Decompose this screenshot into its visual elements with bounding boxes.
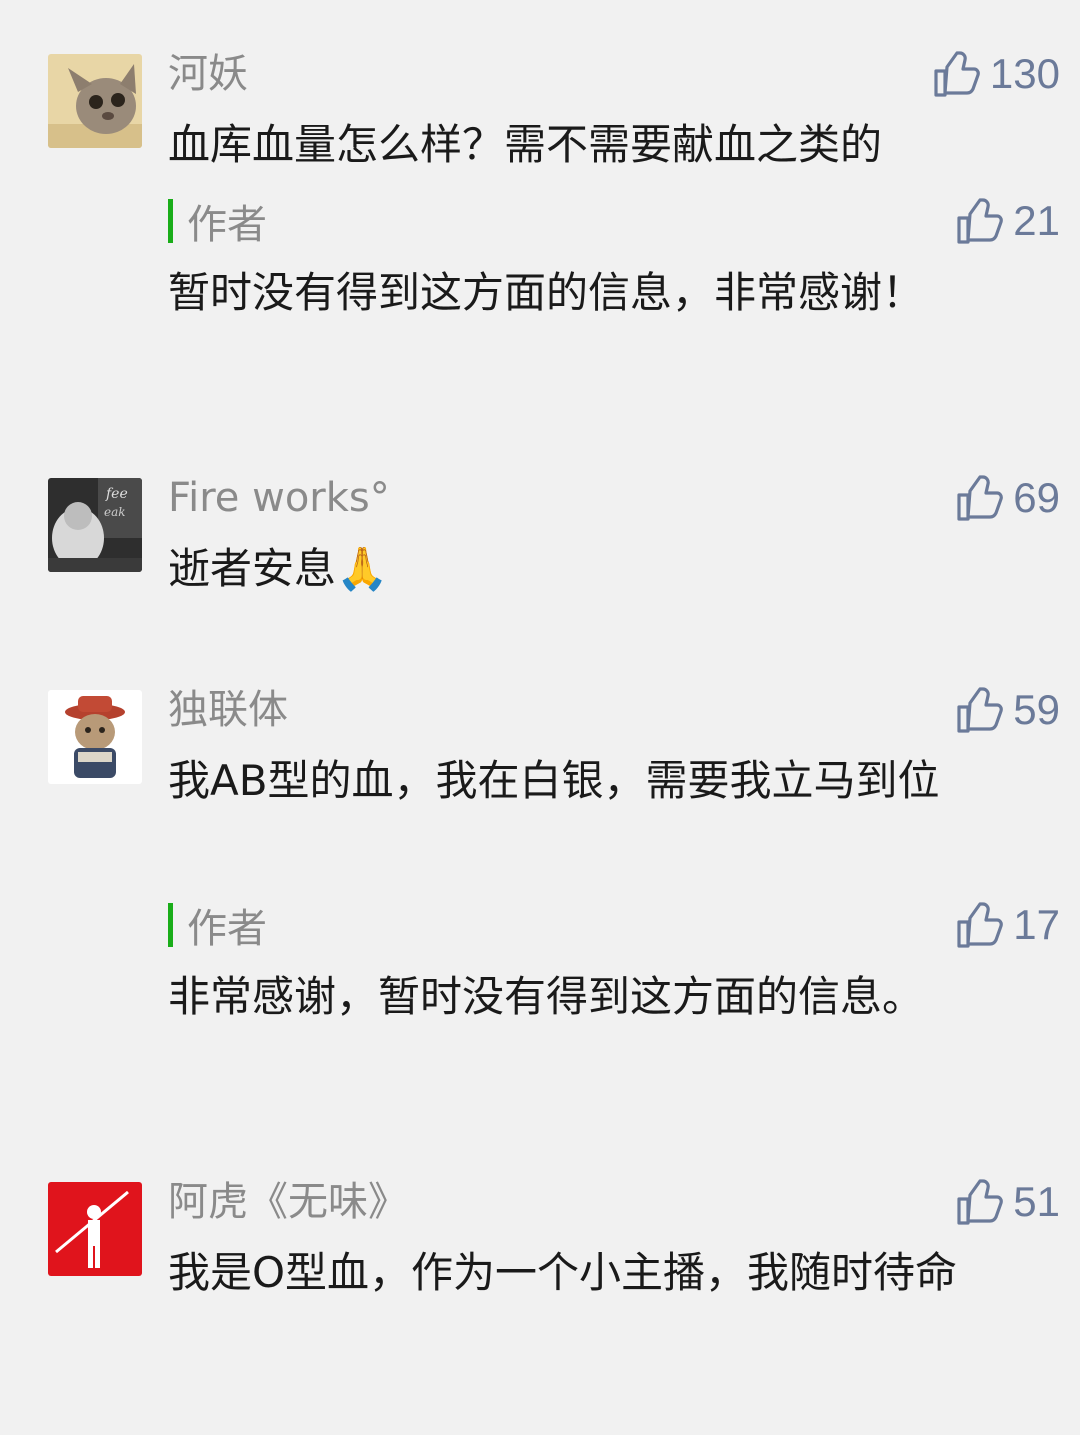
thumbs-up-icon: [955, 900, 1005, 950]
reply-text: 非常感谢，暂时没有得到这方面的信息。: [168, 972, 925, 1021]
author-bar: [168, 903, 173, 947]
commenter-name[interactable]: Fire works°: [168, 472, 390, 524]
like-button[interactable]: 69: [955, 470, 1060, 526]
like-button[interactable]: 130: [932, 46, 1060, 102]
svg-text:fee: fee: [105, 486, 128, 502]
author-label: 作者: [187, 906, 267, 952]
like-count: 69: [1013, 474, 1060, 521]
thumbs-up-icon: [932, 49, 982, 99]
like-count: 21: [1013, 197, 1060, 244]
avatar-photo[interactable]: fee eak: [48, 478, 142, 572]
avatar-cat-hat[interactable]: [48, 690, 142, 784]
comment-text: 血库血量怎么样？需不需要献血之类的: [168, 120, 883, 169]
author-reply-tag: 作者: [168, 902, 267, 952]
author-reply-tag: 作者: [168, 198, 267, 248]
author-bar: [168, 199, 173, 243]
thumbs-up-icon: [955, 685, 1005, 735]
comment-text: 我AB型的血，我在白银，需要我立马到位: [168, 756, 940, 805]
comment-text: 逝者安息🙏: [168, 544, 389, 593]
like-count: 51: [1013, 1178, 1060, 1225]
reply-like-button[interactable]: 21: [955, 193, 1060, 249]
like-button[interactable]: 51: [955, 1174, 1060, 1230]
comment-text: 我是O型血，作为一个小主播，我随时待命: [168, 1248, 958, 1297]
like-count: 59: [1013, 686, 1060, 733]
reply-text: 暂时没有得到这方面的信息，非常感谢！: [168, 268, 925, 317]
thumbs-up-icon: [955, 1177, 1005, 1227]
avatar-red[interactable]: [48, 1182, 142, 1276]
commenter-name[interactable]: 独联体: [168, 684, 288, 736]
like-count: 17: [1013, 901, 1060, 948]
avatar-cat[interactable]: [48, 54, 142, 148]
thumbs-up-icon: [955, 473, 1005, 523]
thumbs-up-icon: [955, 196, 1005, 246]
like-count: 130: [989, 50, 1060, 97]
svg-text:eak: eak: [104, 505, 126, 519]
author-label: 作者: [187, 202, 267, 248]
reply-like-button[interactable]: 17: [955, 897, 1060, 953]
like-button[interactable]: 59: [955, 682, 1060, 738]
commenter-name[interactable]: 阿虎《无味》: [168, 1176, 408, 1228]
commenter-name[interactable]: 河妖: [168, 48, 248, 100]
